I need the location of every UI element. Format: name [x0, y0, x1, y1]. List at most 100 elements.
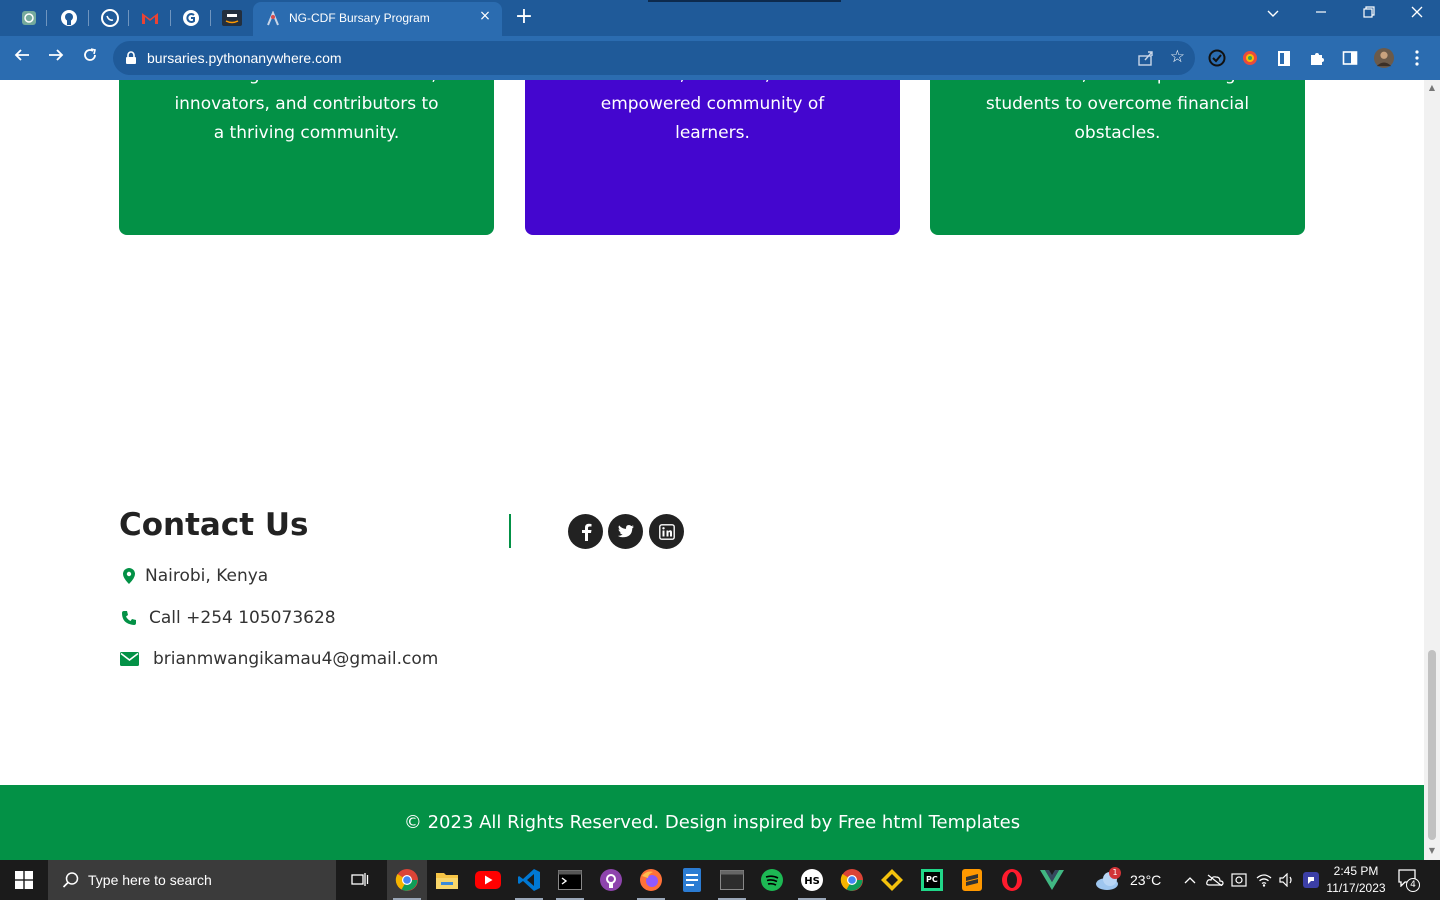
volume-icon[interactable]: [1278, 870, 1296, 890]
close-tab-icon[interactable]: ×: [476, 8, 494, 24]
security-icon[interactable]: [1230, 870, 1248, 890]
taskbar-vscode[interactable]: [509, 860, 549, 900]
taskbar-window-app[interactable]: [712, 860, 752, 900]
page-scrollbar[interactable]: ▲ ▼: [1424, 80, 1440, 860]
notification-count: 4: [1406, 878, 1420, 892]
profile-avatar[interactable]: [1374, 48, 1394, 68]
pycharm-icon: PC: [921, 869, 943, 891]
phone-text[interactable]: Call +254 105073628: [149, 608, 336, 628]
address-bar[interactable]: bursaries.pythonanywhere.com ☆: [113, 41, 1195, 75]
vscode-icon: [518, 869, 540, 891]
gmail-tab[interactable]: [137, 6, 163, 30]
reload-button[interactable]: [78, 46, 102, 70]
taskbar-pycharm[interactable]: PC: [912, 860, 952, 900]
whatsapp-icon: [101, 9, 119, 27]
envelope-icon: [119, 649, 139, 669]
taskbar-github-desktop[interactable]: [591, 860, 631, 900]
taskbar-chrome-profile[interactable]: [832, 860, 872, 900]
back-button[interactable]: [10, 46, 34, 70]
chevron-up-icon[interactable]: [1181, 870, 1199, 890]
linkedin-icon: [658, 523, 675, 540]
contact-email: brianmwangikamau4@gmail.com: [119, 647, 438, 671]
color-picker-icon[interactable]: [1240, 48, 1260, 68]
task-view-button[interactable]: [340, 860, 380, 900]
notification-center[interactable]: 4: [1398, 869, 1420, 892]
taskbar-search-box[interactable]: Type here to search: [48, 860, 336, 900]
facebook-link[interactable]: [568, 514, 603, 549]
scroll-down-arrow-icon[interactable]: ▼: [1427, 846, 1437, 856]
copyright-text: © 2023 All Rights Reserved. Design inspi…: [403, 812, 1021, 833]
svg-text:HS: HS: [804, 876, 820, 887]
linkedin-link[interactable]: [649, 514, 684, 549]
hs-icon: HS: [801, 869, 823, 891]
share-icon[interactable]: [1137, 49, 1155, 67]
taskbar-hs-app[interactable]: HS: [792, 860, 832, 900]
email-text[interactable]: brianmwangikamau4@gmail.com: [153, 649, 438, 669]
start-button[interactable]: [0, 860, 48, 900]
vue-icon: [1040, 870, 1064, 890]
wifi-icon[interactable]: [1255, 870, 1273, 890]
aws-tab[interactable]: [219, 6, 245, 30]
search-icon: [62, 872, 79, 888]
word-doc-icon: [683, 868, 701, 892]
menu-dots-icon[interactable]: [1407, 48, 1427, 68]
taskbar-vue[interactable]: [1032, 860, 1072, 900]
forward-button[interactable]: [44, 46, 68, 70]
weather-temp[interactable]: 23°C: [1130, 872, 1161, 888]
new-tab-button[interactable]: +: [512, 5, 536, 29]
whatsapp-tab[interactable]: [97, 6, 123, 30]
document-icon[interactable]: [1274, 48, 1294, 68]
phone-icon: [119, 608, 139, 628]
minimize-icon[interactable]: [1306, 6, 1336, 22]
chatgpt-tab[interactable]: [16, 6, 42, 30]
lock-icon[interactable]: [124, 51, 138, 65]
tab-search-icon[interactable]: [1258, 6, 1288, 22]
github-icon: [61, 10, 77, 26]
taskbar-file-explorer[interactable]: [427, 860, 467, 900]
taskbar-docs[interactable]: [672, 860, 712, 900]
taskbar-terminal[interactable]: [550, 860, 590, 900]
onedrive-offline-icon[interactable]: [1206, 870, 1224, 890]
teams-chat-icon[interactable]: [1302, 870, 1320, 890]
taskbar-git-app[interactable]: [872, 860, 912, 900]
forward-arrow-icon: [49, 49, 64, 61]
card-line: innovators, and contributors to: [174, 94, 439, 114]
vertical-divider: [509, 514, 511, 548]
info-card-resources: resources, and empowering students to ov…: [930, 80, 1305, 235]
taskbar-opera[interactable]: [992, 860, 1032, 900]
taskbar-youtube[interactable]: [468, 860, 508, 900]
puzzle-icon[interactable]: [1307, 48, 1327, 68]
taskbar-sublime[interactable]: [952, 860, 992, 900]
site-favicon: [267, 11, 279, 26]
gmail-icon: [142, 13, 158, 24]
spotify-icon: [761, 869, 783, 891]
info-card-community: diverse, inclusive, and empowered commun…: [525, 80, 900, 235]
taskbar-spotify[interactable]: [752, 860, 792, 900]
location-text: Nairobi, Kenya: [145, 566, 269, 586]
clock-time[interactable]: 2:45 PM: [1327, 864, 1385, 878]
card-line: learners.: [675, 123, 750, 143]
check-circle-icon[interactable]: [1207, 48, 1227, 68]
active-tab[interactable]: NG-CDF Bursary Program ×: [253, 2, 502, 36]
url-text[interactable]: bursaries.pythonanywhere.com: [147, 50, 342, 66]
chrome-icon: [395, 869, 418, 891]
scroll-thumb[interactable]: [1428, 650, 1436, 840]
taskbar-chrome-active[interactable]: [387, 860, 427, 900]
taskbar-firefox[interactable]: [631, 860, 671, 900]
card-line: a thriving community.: [213, 123, 400, 143]
weather-widget[interactable]: 1: [1094, 867, 1124, 892]
close-window-icon[interactable]: [1402, 6, 1432, 22]
app-window-icon: [720, 870, 744, 890]
bookmark-star-icon[interactable]: ☆: [1170, 47, 1185, 67]
github-tab[interactable]: [56, 6, 82, 30]
sidebar-icon[interactable]: [1340, 48, 1360, 68]
card-line: diverse, inclusive, and: [565, 80, 860, 90]
twitter-link[interactable]: [608, 514, 643, 549]
restore-icon[interactable]: [1354, 6, 1384, 22]
contact-heading: Contact Us: [119, 507, 309, 543]
reload-icon: [84, 48, 96, 61]
grammarly-tab[interactable]: [178, 6, 204, 30]
clock-date[interactable]: 11/17/2023: [1323, 881, 1389, 895]
git-diamond-icon: [881, 869, 903, 891]
scroll-up-arrow-icon[interactable]: ▲: [1427, 83, 1437, 93]
